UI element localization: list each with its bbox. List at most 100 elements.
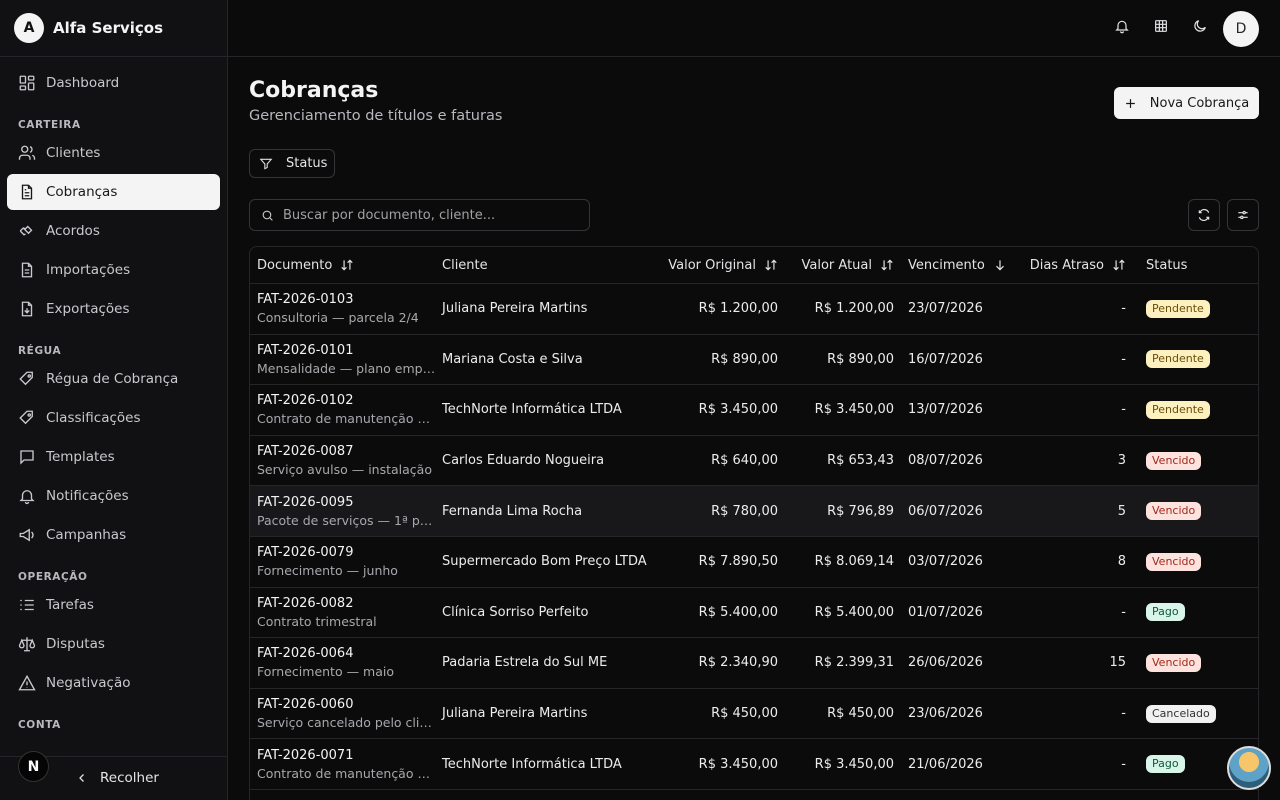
column-header-valor-original[interactable]: Valor Original [650, 247, 778, 283]
table-row[interactable]: FAT-2026-0071 Contrato de manutenção mens… [250, 739, 1258, 790]
sidebar-item-campanhas[interactable]: Campanhas [7, 517, 220, 553]
sort-icon[interactable] [764, 258, 778, 272]
sidebar-item-importacoes[interactable]: Importações [7, 252, 220, 288]
sort-icon[interactable] [880, 258, 894, 272]
document-description: Fornecimento — junho [257, 563, 398, 579]
table-row[interactable]: FAT-2026-0064 Fornecimento — maio Padaria … [250, 638, 1258, 689]
cell-valor-original: R$ 890,00 [711, 351, 778, 367]
cell-documento: FAT-2026-0060 Serviço cancelado pelo clie… [250, 697, 442, 730]
cell-valor-original: R$ 3.450,00 [698, 402, 778, 418]
cell-dias-atraso: 8 [1117, 554, 1126, 570]
cell-vencimento: 13/07/2026 [908, 402, 983, 418]
status-badge: Cancelado [1146, 704, 1216, 723]
table-row[interactable]: FAT-2026-0082 Contrato trimestral Clínica … [250, 588, 1258, 639]
sort-icon[interactable] [1112, 258, 1126, 272]
cell-dias-atraso: - [1121, 301, 1126, 317]
document-id: FAT-2026-0095 [257, 494, 354, 510]
cell-dias-atraso: - [1121, 402, 1126, 418]
user-avatar[interactable]: D [1223, 11, 1259, 47]
table-header: Documento Cliente Valor Original Valor Atua… [250, 247, 1258, 284]
table-body: FAT-2026-0103 Consultoria — parcela 2/4 Ju… [250, 284, 1258, 790]
cell-documento: FAT-2026-0071 Contrato de manutenção mens… [250, 748, 442, 781]
table-row[interactable]: FAT-2026-0060 Serviço cancelado pelo clie… [250, 689, 1258, 740]
cell-status: Pendente [1132, 299, 1258, 318]
negativacao-icon [18, 674, 36, 691]
cell-valor-atual: R$ 1.200,00 [814, 301, 894, 317]
acordos-icon [19, 225, 33, 236]
brand[interactable]: A Alfa Serviços [0, 0, 227, 57]
table-row[interactable]: FAT-2026-0102 Contrato de manutenção mens… [250, 385, 1258, 436]
table-row[interactable]: FAT-2026-0101 Mensalidade — plano empresa… [250, 335, 1258, 386]
document-id: FAT-2026-0082 [257, 595, 354, 611]
sidebar-item-label: Cobranças [46, 184, 118, 200]
cell-valor-original: R$ 640,00 [711, 453, 778, 469]
nav-section-carteira: CARTEIRA [18, 119, 81, 131]
cell-dias-atraso: 3 [1117, 453, 1126, 469]
table-row[interactable]: FAT-2026-0103 Consultoria — parcela 2/4 Ju… [250, 284, 1258, 335]
sidebar-item-disputas[interactable]: Disputas [7, 626, 220, 662]
search-box[interactable] [249, 199, 590, 231]
new-charge-button[interactable]: Nova Cobrança [1114, 87, 1259, 119]
assistant-avatar[interactable] [1227, 746, 1271, 790]
document-description: Consultoria — parcela 2/4 [257, 310, 419, 326]
classificacoes-icon [19, 410, 33, 425]
cell-cliente: Juliana Pereira Martins [442, 301, 588, 317]
sidebar-item-acordos[interactable]: Acordos [7, 213, 220, 249]
page-title: Cobranças [249, 78, 379, 103]
document-id: FAT-2026-0079 [257, 545, 354, 561]
sidebar-item-label: Acordos [46, 223, 100, 239]
column-header-label: Documento [257, 257, 333, 273]
document-description: Contrato trimestral [257, 613, 377, 629]
sidebar: A Alfa Serviços Dashboard CARTEIRA Client… [0, 0, 228, 800]
cell-vencimento: 01/07/2026 [908, 604, 983, 620]
nav-section-operacao: OPERAÇÃO [18, 571, 88, 583]
column-header-vencimento[interactable]: Vencimento [894, 247, 1014, 283]
cell-valor-atual: R$ 2.399,31 [814, 655, 894, 671]
document-id: FAT-2026-0102 [257, 393, 354, 409]
table-row[interactable]: FAT-2026-0095 Pacote de serviços — 1ª par… [250, 486, 1258, 537]
sidebar-item-notificacoes[interactable]: Notificações [7, 478, 220, 514]
cell-cliente: Fernanda Lima Rocha [442, 503, 583, 519]
collapse-button[interactable]: Recolher [76, 770, 159, 786]
sidebar-item-label: Importações [46, 262, 131, 278]
grid-icon[interactable] [1153, 18, 1173, 38]
cell-status: Vencido [1132, 552, 1258, 571]
cell-valor-atual: R$ 3.450,00 [814, 756, 894, 772]
sidebar-item-dashboard[interactable]: Dashboard [7, 65, 220, 101]
column-header-dias-atraso[interactable]: Dias Atraso [1014, 247, 1132, 283]
table-row[interactable]: FAT-2026-0087 Serviço avulso — instalação… [250, 436, 1258, 487]
sort-icon[interactable] [340, 258, 354, 272]
sidebar-item-exportacoes[interactable]: Exportações [7, 291, 220, 327]
campanhas-icon [19, 528, 34, 542]
sidebar-item-tarefas[interactable]: Tarefas [7, 587, 220, 623]
sidebar-item-clientes[interactable]: Clientes [7, 135, 220, 171]
refresh-button[interactable] [1188, 199, 1220, 231]
document-description: Pacote de serviços — 1ª parcela [257, 512, 439, 528]
cell-documento: FAT-2026-0064 Fornecimento — maio [250, 646, 442, 679]
cell-dias-atraso: 15 [1109, 655, 1126, 671]
cell-documento: FAT-2026-0087 Serviço avulso — instalação [250, 444, 442, 477]
sidebar-item-negativacao[interactable]: Negativação [7, 665, 220, 701]
disputas-icon [18, 637, 36, 652]
sidebar-item-regua-de-cobranca[interactable]: Régua de Cobrança [7, 361, 220, 397]
sidebar-item-classificacoes[interactable]: Classificações [7, 400, 220, 436]
cell-vencimento: 16/07/2026 [908, 351, 983, 367]
column-header-valor-atual[interactable]: Valor Atual [778, 247, 894, 283]
sidebar-item-templates[interactable]: Templates [7, 439, 220, 475]
search-input[interactable] [283, 207, 573, 223]
sort-desc-icon[interactable] [993, 258, 1007, 272]
cell-cliente: Carlos Eduardo Nogueira [442, 453, 605, 469]
bell-icon[interactable] [1114, 18, 1134, 38]
table-row[interactable]: FAT-2026-0079 Fornecimento — junho Superme… [250, 537, 1258, 588]
importacoes-icon [21, 262, 33, 278]
settings-button[interactable] [1227, 199, 1259, 231]
moon-icon[interactable] [1192, 18, 1212, 38]
cell-valor-original: R$ 450,00 [711, 706, 778, 722]
column-header-label: Valor Original [668, 257, 756, 273]
column-header-documento[interactable]: Documento [250, 247, 442, 283]
status-filter-button[interactable]: Status [249, 149, 335, 178]
n-badge[interactable]: N [18, 751, 49, 782]
sidebar-item-cobrancas[interactable]: Cobranças [7, 174, 220, 210]
cell-status: Pendente [1132, 400, 1258, 419]
page-subtitle: Gerenciamento de títulos e faturas [249, 108, 503, 124]
